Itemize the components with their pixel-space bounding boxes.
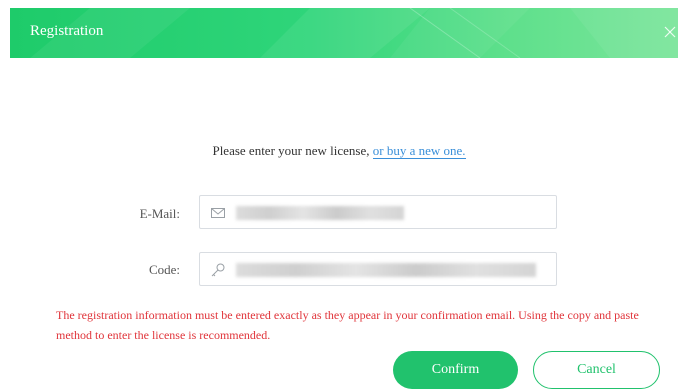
key-icon [211, 263, 225, 277]
confirm-button[interactable]: Confirm [393, 351, 518, 389]
cancel-button[interactable]: Cancel [533, 351, 660, 389]
buy-new-license-link[interactable]: or buy a new one. [372, 143, 466, 159]
code-value-redacted [236, 263, 536, 277]
email-value-redacted [236, 206, 404, 220]
email-label: E-Mail: [139, 206, 180, 221]
license-prompt: Please enter your new license, or buy a … [0, 143, 678, 159]
title-bar: Registration [10, 8, 678, 58]
prompt-text: Please enter your new license, [212, 143, 373, 158]
code-label: Code: [148, 262, 180, 277]
close-icon [664, 26, 676, 38]
registration-warning: The registration information must be ent… [56, 308, 639, 342]
code-field[interactable] [199, 252, 557, 286]
email-field[interactable] [199, 195, 557, 229]
envelope-icon [211, 208, 225, 218]
title-bar-decoration [30, 8, 678, 58]
dialog-title: Registration [30, 23, 104, 39]
close-button[interactable] [660, 20, 678, 44]
registration-dialog: Registration Please enter your new licen… [0, 0, 678, 392]
